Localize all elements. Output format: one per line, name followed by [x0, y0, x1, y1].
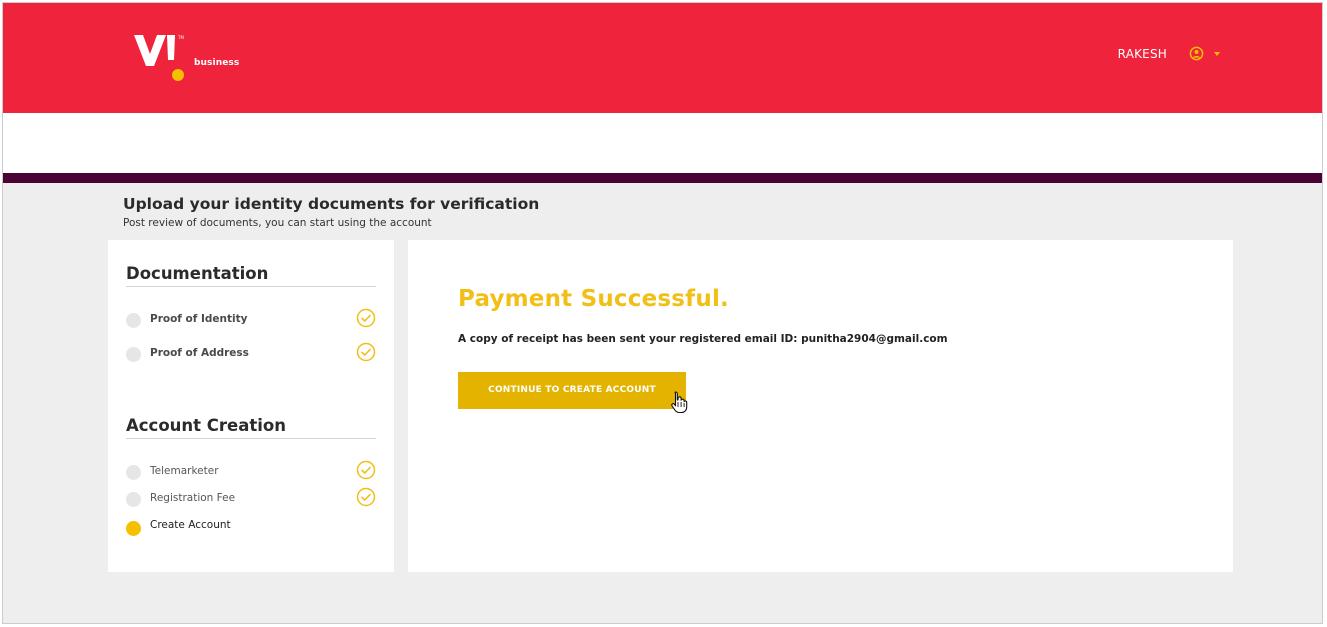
page-subtitle: Post review of documents, you can start … — [123, 217, 432, 229]
svg-text:TM: TM — [177, 35, 184, 40]
logo-business-text: business — [194, 58, 240, 68]
step-telemarketer[interactable]: Telemarketer — [126, 460, 376, 482]
step-create-account[interactable]: Create Account — [126, 517, 376, 537]
vi-business-logo[interactable]: TM business — [133, 33, 253, 85]
payment-success-title: Payment Successful. — [458, 286, 729, 312]
check-circle-icon — [356, 487, 376, 507]
hand-pointer-cursor-icon — [671, 391, 688, 414]
step-label: Registration Fee — [150, 492, 236, 504]
step-proof-of-identity[interactable]: Proof of Identity — [126, 308, 376, 330]
receipt-message: A copy of receipt has been sent your reg… — [458, 333, 948, 345]
caret-down-icon[interactable] — [1214, 52, 1220, 56]
step-label: Proof of Address — [150, 347, 249, 359]
subheader-bar — [3, 113, 1322, 173]
step-status-dot — [126, 492, 141, 507]
username-label[interactable]: RAKESH — [1118, 47, 1167, 61]
payment-status-card: Payment Successful. A copy of receipt ha… — [408, 240, 1233, 572]
purple-divider — [3, 173, 1322, 183]
continue-to-create-account-button[interactable]: CONTINUE TO CREATE ACCOUNT — [458, 372, 686, 409]
step-registration-fee[interactable]: Registration Fee — [126, 487, 376, 509]
step-label: Create Account — [150, 519, 231, 531]
step-status-dot — [126, 347, 141, 362]
step-status-dot — [126, 465, 141, 480]
check-circle-icon — [356, 342, 376, 362]
step-status-dot — [126, 313, 141, 328]
account-creation-title: Account Creation — [126, 416, 286, 435]
step-label: Telemarketer — [150, 465, 219, 477]
progress-sidebar: Documentation Proof of Identity Proof of… — [108, 240, 394, 572]
check-circle-icon — [356, 460, 376, 480]
check-circle-icon — [356, 308, 376, 328]
step-label: Proof of Identity — [150, 313, 248, 325]
step-active-dot — [126, 521, 141, 536]
vi-logo-mark: TM — [134, 35, 184, 81]
section-divider — [126, 438, 376, 439]
section-divider — [126, 286, 376, 287]
user-circle-icon[interactable] — [1189, 46, 1204, 61]
app-window: TM business RAKESH Upload your identity … — [2, 2, 1323, 624]
page-title: Upload your identity documents for verif… — [123, 195, 540, 213]
documentation-title: Documentation — [126, 264, 269, 283]
step-proof-of-address[interactable]: Proof of Address — [126, 342, 376, 364]
top-header: TM business RAKESH — [3, 3, 1322, 113]
